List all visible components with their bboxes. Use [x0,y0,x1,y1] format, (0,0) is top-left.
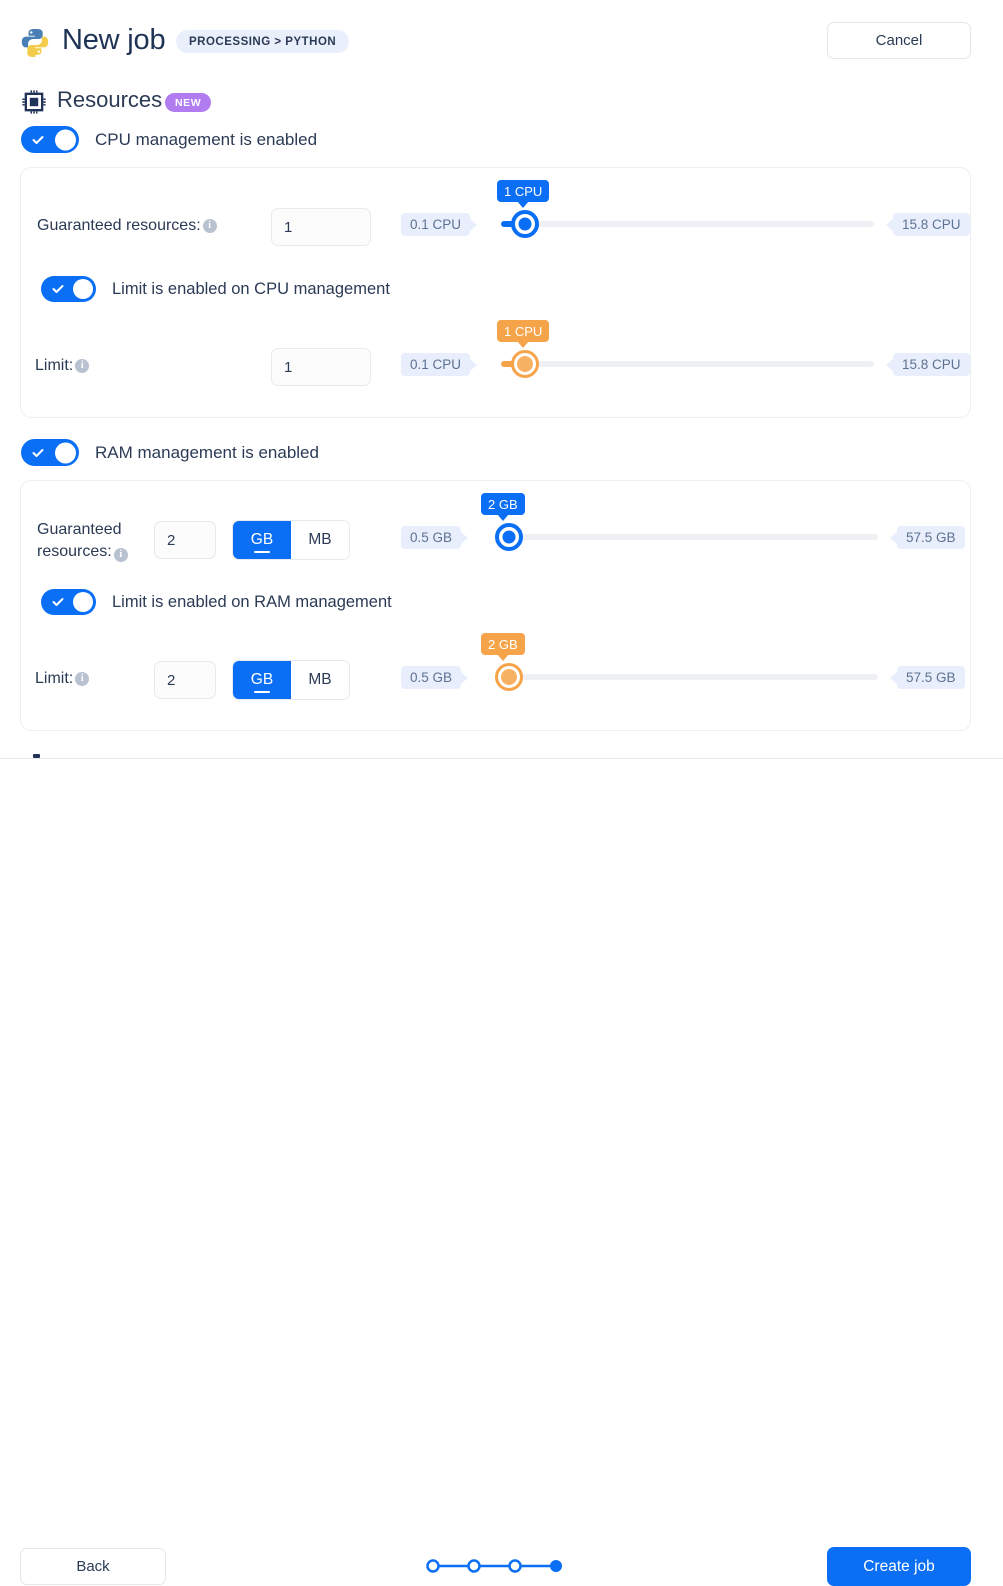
unit-option-gb[interactable]: GB [233,521,291,559]
section-title: Resources [57,87,163,112]
python-logo-icon [19,26,51,58]
ram-guaranteed-slider-thumb[interactable] [495,523,523,551]
ram-limit-unit-toggle[interactable]: GB MB [232,660,350,700]
unit-option-gb[interactable]: GB [233,661,291,699]
cpu-guaranteed-min-label: 0.1 CPU [401,213,471,236]
ram-limit-label: Limit: i [35,670,90,688]
slider-track[interactable] [509,361,874,367]
ram-limit-min-label: 0.5 GB [401,666,462,689]
cpu-limit-min-label: 0.1 CPU [401,353,471,376]
back-button[interactable]: Back [20,1548,166,1585]
info-icon[interactable]: i [75,359,90,373]
ram-limit-value-bubble: 2 GB [481,633,525,655]
cpu-guaranteed-slider[interactable]: 0.1 CPU 1 CPU 15.8 CPU [401,180,970,254]
ram-guaranteed-slider[interactable]: 0.5 GB 2 GB 57.5 GB [401,493,965,567]
create-job-button[interactable]: Create job [827,1547,971,1586]
new-badge: NEW [165,93,212,112]
slider-track[interactable] [495,534,878,540]
unit-option-mb[interactable]: MB [291,661,349,699]
ram-limit-max-label: 57.5 GB [897,666,965,689]
ram-limit-toggle-label: Limit is enabled on RAM management [112,592,392,611]
page-title: New job [62,24,166,56]
cpu-limit-value-bubble: 1 CPU [497,320,550,342]
ram-limit-slider-thumb[interactable] [495,663,523,691]
ram-guaranteed-input[interactable] [154,521,216,559]
ram-limit-toggle-row[interactable]: Limit is enabled on RAM management [41,589,392,615]
ram-guaranteed-min-label: 0.5 GB [401,526,462,549]
slider-track[interactable] [509,221,874,227]
cpu-limit-max-label: 15.8 CPU [893,353,970,376]
ram-management-toggle-row[interactable]: RAM management is enabled [21,439,319,466]
cpu-guaranteed-slider-thumb[interactable] [511,210,539,238]
cpu-guaranteed-input[interactable] [271,208,371,246]
cpu-chip-icon [20,88,48,116]
cpu-limit-toggle[interactable] [41,276,96,302]
ram-limit-input[interactable] [154,661,216,699]
check-icon [32,448,44,457]
toggle-knob [73,279,93,299]
ram-guaranteed-max-label: 57.5 GB [897,526,965,549]
cpu-management-toggle[interactable] [21,126,79,153]
ram-limit-toggle[interactable] [41,589,96,615]
step-indicator[interactable] [425,1558,565,1574]
check-icon [32,135,44,144]
toggle-knob [55,129,76,150]
slider-track[interactable] [495,674,878,680]
cpu-limit-toggle-label: Limit is enabled on CPU management [112,279,390,298]
ram-limit-slider[interactable]: 0.5 GB 2 GB 57.5 GB [401,633,965,707]
unit-option-mb[interactable]: MB [291,521,349,559]
toggle-knob [55,442,76,463]
page-header: New job PROCESSING > PYTHON Cancel [0,0,1003,72]
ram-settings-card: Guaranteed resources:i GB MB 0.5 GB 2 GB… [20,480,971,731]
cpu-guaranteed-label: Guaranteed resources: i [37,217,217,235]
cpu-limit-label: Limit: i [35,357,90,375]
info-icon[interactable]: i [75,672,90,686]
info-icon[interactable]: i [202,219,217,233]
cpu-guaranteed-value-bubble: 1 CPU [497,180,550,202]
ram-management-toggle[interactable] [21,439,79,466]
ram-guaranteed-value-bubble: 2 GB [481,493,525,515]
check-icon [52,285,64,293]
ram-management-toggle-label: RAM management is enabled [95,442,319,462]
cpu-management-toggle-row[interactable]: CPU management is enabled [21,126,317,153]
cpu-limit-input[interactable] [271,348,371,386]
toggle-knob [73,592,93,612]
check-icon [52,598,64,606]
job-type-chip: PROCESSING > PYTHON [176,30,350,53]
cpu-limit-slider-thumb[interactable] [511,350,539,378]
ram-guaranteed-unit-toggle[interactable]: GB MB [232,520,350,560]
info-icon[interactable]: i [113,548,128,562]
page-footer: Back Create job [0,759,1003,1586]
cancel-button[interactable]: Cancel [827,22,971,59]
cpu-management-toggle-label: CPU management is enabled [95,129,318,149]
cpu-guaranteed-max-label: 15.8 CPU [893,213,970,236]
cpu-limit-slider[interactable]: 0.1 CPU 1 CPU 15.8 CPU [401,320,970,394]
ram-guaranteed-label: Guaranteed resources: i [37,519,149,563]
cpu-limit-toggle-row[interactable]: Limit is enabled on CPU management [41,276,390,302]
cpu-settings-card: Guaranteed resources:i 0.1 CPU 1 CPU 15.… [20,167,971,418]
